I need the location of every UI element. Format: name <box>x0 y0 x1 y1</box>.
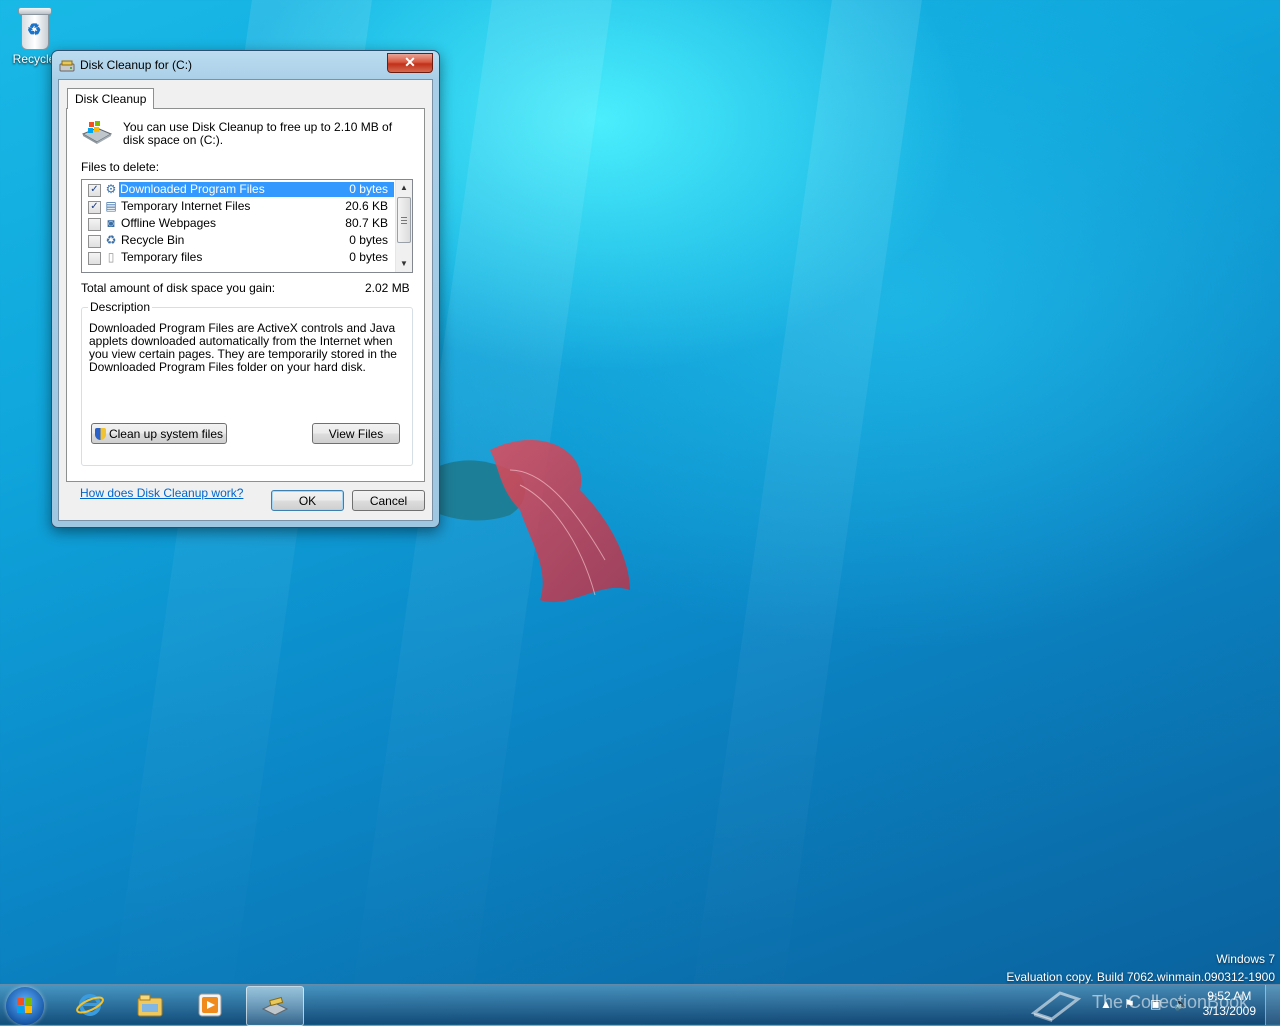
downloaded-program-files-icon: ⚙ <box>105 182 117 196</box>
show-desktop-button[interactable] <box>1265 985 1280 1025</box>
recycle-bin-icon: ♻ <box>17 6 52 50</box>
light-ray <box>688 0 922 1024</box>
scroll-up-icon[interactable]: ▲ <box>396 180 412 196</box>
list-scrollbar[interactable]: ▲ ▼ <box>395 180 412 272</box>
view-files-button[interactable]: View Files <box>312 423 400 444</box>
files-list[interactable]: ✓ ⚙ Downloaded Program Files 0 bytes ✓ ▤… <box>81 179 413 273</box>
disk-cleanup-window: Disk Cleanup for (C:) ✕ Disk Cleanup You… <box>51 50 440 528</box>
cancel-button[interactable]: Cancel <box>352 490 425 511</box>
watermark-os-name: Windows 7 <box>1216 952 1275 966</box>
files-to-delete-label: Files to delete: <box>81 160 160 174</box>
network-icon[interactable]: ▣ <box>1150 997 1161 1011</box>
scroll-thumb[interactable] <box>397 197 411 243</box>
file-size: 80.7 KB <box>345 216 388 230</box>
tab-disk-cleanup[interactable]: Disk Cleanup <box>67 88 155 109</box>
list-item[interactable]: ◙ Offline Webpages 80.7 KB <box>82 215 394 232</box>
help-link[interactable]: How does Disk Cleanup work? <box>80 486 243 500</box>
show-hidden-icons-icon[interactable]: ▲ <box>1100 997 1112 1011</box>
file-name: Offline Webpages <box>121 216 216 230</box>
clean-up-system-files-button[interactable]: Clean up system files <box>91 423 227 444</box>
clock-time: 9:52 AM <box>1207 989 1252 1003</box>
windows-logo-icon <box>17 998 32 1013</box>
start-button[interactable] <box>6 987 44 1025</box>
clock-date: 3/13/2009 <box>1202 1004 1256 1018</box>
title-bar[interactable]: Disk Cleanup for (C:) ✕ <box>52 51 439 79</box>
checkbox[interactable] <box>88 252 101 265</box>
total-space-label: Total amount of disk space you gain: <box>81 281 276 295</box>
close-icon: ✕ <box>404 54 416 70</box>
ok-button[interactable]: OK <box>271 490 344 511</box>
taskbar-windows-explorer[interactable] <box>122 986 178 1024</box>
clock[interactable]: 9:52 AM 3/13/2009 <box>1203 989 1256 1019</box>
taskbar: The CollectionBook ▲ ⚑ ▣ 🔈 9:52 AM 3/13/… <box>0 984 1280 1026</box>
taskbar-disk-cleanup[interactable] <box>246 986 304 1026</box>
file-size: 0 bytes <box>349 250 388 264</box>
uac-shield-icon <box>94 428 106 440</box>
disk-cleanup-icon <box>59 60 75 72</box>
disk-cleanup-icon <box>261 996 289 1016</box>
dialog-client-area: Disk Cleanup You can use Disk Cleanup to… <box>58 79 433 521</box>
windows-explorer-icon <box>137 994 163 1017</box>
scroll-down-icon[interactable]: ▼ <box>396 256 412 272</box>
temporary-files-icon: ▯ <box>107 250 115 264</box>
list-item[interactable]: ▯ Temporary files 0 bytes <box>82 249 394 266</box>
recycle-bin-icon: ♻ <box>105 233 117 247</box>
file-size: 0 bytes <box>349 233 388 247</box>
tab-panel: You can use Disk Cleanup to free up to 2… <box>66 108 425 482</box>
close-button[interactable]: ✕ <box>387 53 433 73</box>
list-item[interactable]: ✓ ⚙ Downloaded Program Files 0 bytes <box>82 181 394 198</box>
list-item[interactable]: ♻ Recycle Bin 0 bytes <box>82 232 394 249</box>
offline-webpages-icon: ◙ <box>107 216 115 230</box>
description-title: Description <box>88 300 153 314</box>
file-name: Temporary Internet Files <box>121 199 251 213</box>
checkbox[interactable]: ✓ <box>88 201 101 214</box>
file-name: Temporary files <box>121 250 203 264</box>
checkbox[interactable]: ✓ <box>88 184 101 197</box>
list-item[interactable]: ✓ ▤ Temporary Internet Files 20.6 KB <box>82 198 394 215</box>
taskbar-media-player[interactable] <box>182 986 238 1024</box>
action-center-flag-icon[interactable]: ⚑ <box>1124 997 1135 1011</box>
drive-icon <box>81 121 113 144</box>
intro-text: You can use Disk Cleanup to free up to 2… <box>123 120 393 147</box>
file-size: 0 bytes <box>349 182 388 196</box>
window-title: Disk Cleanup for (C:) <box>80 58 193 72</box>
description-group: Description Downloaded Program Files are… <box>81 300 413 466</box>
clean-up-system-files-label: Clean up system files <box>108 427 224 441</box>
total-space-value: 2.02 MB <box>365 281 410 295</box>
description-text: Downloaded Program Files are ActiveX con… <box>89 321 397 374</box>
volume-icon[interactable]: 🔈 <box>1174 997 1189 1011</box>
checkbox[interactable] <box>88 218 101 231</box>
media-player-icon <box>198 993 222 1017</box>
file-size: 20.6 KB <box>345 199 388 213</box>
os-watermark: Windows 7 Evaluation copy. Build 7062.wi… <box>1006 950 1275 986</box>
wallpaper-fish <box>430 439 630 603</box>
collectionbook-logo: The CollectionBook <box>1030 987 1248 1025</box>
checkbox[interactable] <box>88 235 101 248</box>
internet-explorer-icon <box>76 994 104 1016</box>
taskbar-internet-explorer[interactable] <box>62 986 118 1024</box>
file-name: Recycle Bin <box>121 233 185 247</box>
book-logo-icon <box>1030 991 1082 1022</box>
temporary-internet-files-icon: ▤ <box>105 199 117 213</box>
